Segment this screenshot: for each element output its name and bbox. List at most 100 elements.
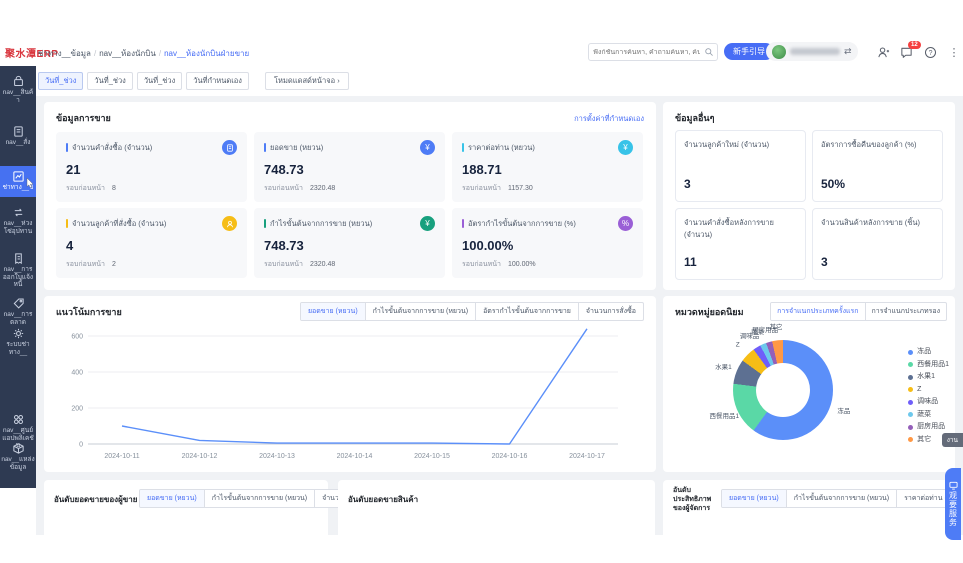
legend-item[interactable]: 冻品	[908, 346, 949, 359]
tab-date-range-1[interactable]: วันที่_ช่วง	[38, 72, 83, 90]
sales-trend-section: แนวโน้มการขาย ยอดขาย (หยวน) กำไรขั้นต้นจ…	[44, 296, 656, 472]
stat-value: 4	[66, 238, 237, 253]
tab-date-range-2[interactable]: วันที่_ช่วง	[87, 72, 132, 90]
tab-order-count[interactable]: จำนวนการสั่งซื้อ	[579, 303, 643, 320]
dashboard-board: ข้อมูลการขาย การตั้งค่าที่กำหนดเอง จำนวน…	[36, 96, 963, 535]
section-title: ข้อมูลอื่นๆ	[675, 111, 714, 125]
trend-line-chart: 02004006002024-10-112024-10-122024-10-13…	[52, 322, 642, 468]
tab-gross-profit[interactable]: กำไรขั้นต้นจากการขาย (หยวน)	[205, 490, 315, 507]
x-tick-label: 2024-10-11	[104, 453, 139, 460]
prev-period-label: รอบก่อนหน้า	[462, 185, 501, 192]
svg-text:?: ?	[928, 50, 932, 57]
legend-dot	[908, 375, 913, 380]
legend-item[interactable]: 厨房用品	[908, 421, 949, 434]
service-float-button[interactable]: 观要服务	[945, 468, 961, 540]
mini-label: จำนวนลูกค้าใหม่ (จำนวน)	[684, 139, 797, 151]
stat-label: จำนวนคำสั่งซื้อ (จำนวน)	[72, 142, 218, 154]
breadcrumb: ช่าทาง__ข้อมูล/nav__ห้องนักบิน/nav__ห้อง…	[38, 47, 249, 60]
stat-label: ยอดขาย (หยวน)	[270, 142, 416, 154]
task-drawer-tag[interactable]: งาน	[942, 433, 963, 447]
tab-gross-profit[interactable]: กำไรขั้นต้นจากการขาย (หยวน)	[366, 303, 476, 320]
monitor-icon	[949, 481, 958, 490]
line-chart-icon	[12, 170, 25, 183]
sidebar-item-system[interactable]: ระบบช่าทาง__	[0, 327, 36, 356]
tab-sales-amount[interactable]: ยอดขาย (หยวน)	[301, 303, 366, 320]
legend-dot	[908, 362, 913, 367]
mini-value: 3	[821, 255, 828, 269]
more-menu-icon[interactable]: ⋮	[947, 46, 961, 60]
search-input[interactable]	[589, 49, 704, 56]
search-icon	[704, 47, 714, 57]
help-icon[interactable]: ?	[923, 46, 937, 60]
stat-card-gross-margin: อัตรากำไรขั้นต้นจากการขาย (%) % 100.00% …	[452, 208, 643, 278]
stat-card-customer-count: จำนวนลูกค้าที่สั่งซื้อ (จำนวน) 4 รอบก่อน…	[56, 208, 247, 278]
sidebar-item-data-source[interactable]: nav__แหล่งข้อมูล	[0, 442, 36, 471]
x-tick-label: 2024-10-16	[492, 453, 528, 460]
dashboard-page: 聚水潭ERP ช่าทาง__ข้อมูล/nav__ห้องนักบิน/na…	[0, 0, 963, 563]
mini-value: 50%	[821, 177, 845, 191]
donut-slice-label: 水果1	[715, 361, 732, 371]
section-title: อันดับประสิทธิภาพของผู้จัดการ	[673, 486, 717, 513]
manager-ranking-tabs: ยอดขาย (หยวน) กำไรขั้นต้นจากการขาย (หยวน…	[721, 489, 955, 508]
app-circles-icon	[12, 413, 25, 426]
message-count-badge: 12	[908, 41, 921, 49]
category-donut-chart	[733, 340, 833, 440]
contacts-icon[interactable]	[876, 46, 890, 60]
sidebar-item-supply-chain[interactable]: nav__ห่วงโซ่อุปทาน	[0, 206, 36, 235]
legend-dot	[908, 350, 913, 355]
tab-custom-date[interactable]: วันที่กำหนดเอง	[186, 72, 249, 90]
breadcrumb-item[interactable]: ช่าทาง__ข้อมูล	[38, 49, 91, 58]
prev-period-label: รอบก่อนหน้า	[264, 185, 303, 192]
document-icon	[222, 140, 237, 155]
sidebar-item-label: nav__การออกใบแจ้งหนี้	[0, 265, 36, 289]
sidebar-item-label: nav__สั่ง	[0, 138, 36, 147]
sidebar-item-data-cockpit[interactable]: ช่าทาง__ข้	[0, 166, 36, 197]
legend-item[interactable]: 水果1	[908, 371, 949, 384]
swap-arrows-icon	[12, 206, 25, 219]
sidebar-item-orders[interactable]: nav__สั่ง	[0, 125, 36, 147]
stat-value: 21	[66, 162, 237, 177]
invoice-icon	[12, 252, 25, 265]
legend-label: 调味品	[917, 396, 938, 409]
dashboard-mode-button[interactable]: โหมดแดสด์หน้าจอ ›	[265, 72, 349, 90]
legend-dot	[908, 387, 913, 392]
legend-dot	[908, 437, 913, 442]
tab-sales-amount[interactable]: ยอดขาย (หยวน)	[722, 490, 787, 507]
legend-item[interactable]: Z	[908, 384, 949, 397]
mini-card-new-customers: จำนวนลูกค้าใหม่ (จำนวน) 3	[675, 130, 806, 202]
tab-gross-margin[interactable]: อัตรากำไรขั้นต้นจากการขาย	[476, 303, 579, 320]
legend-dot	[908, 412, 913, 417]
tab-gross-profit[interactable]: กำไรขั้นต้นจากการขาย (หยวน)	[787, 490, 897, 507]
prev-period-label: รอบก่อนหน้า	[264, 261, 303, 268]
tab-secondary-category[interactable]: การจำแนกประเภทรอง	[866, 303, 946, 320]
legend-item[interactable]: 蔬菜	[908, 409, 949, 422]
user-account[interactable]: ⇄	[766, 42, 858, 61]
tab-primary-category[interactable]: การจำแนกประเภทครั้งแรก	[771, 303, 865, 320]
manager-ranking-section: อันดับประสิทธิภาพของผู้จัดการ ยอดขาย (หย…	[663, 480, 955, 535]
sidebar-item-marketing[interactable]: nav__การตลาด	[0, 297, 36, 326]
donut-legend: 冻品西餐用品1水果1Z调味品蔬菜厨房用品其它	[908, 346, 949, 446]
avatar[interactable]	[772, 45, 786, 59]
breadcrumb-item-current: nav__ห้องนักบินฝ่ายขาย	[164, 49, 249, 58]
sales-overview-section: ข้อมูลการขาย การตั้งค่าที่กำหนดเอง จำนวน…	[44, 102, 656, 290]
section-title: อันดับยอดขายของผู้ขาย	[54, 493, 137, 506]
global-search[interactable]	[588, 43, 718, 61]
custom-settings-link[interactable]: การตั้งค่าที่กำหนดเอง	[574, 113, 644, 125]
x-tick-label: 2024-10-13	[259, 453, 295, 460]
stat-value: 100.00%	[462, 238, 633, 253]
date-range-tabs: วันที่_ช่วง วันที่_ช่วง วันที่_ช่วง วันท…	[36, 66, 963, 96]
sidebar-item-invoicing[interactable]: nav__การออกใบแจ้งหนี้	[0, 252, 36, 289]
stat-card-order-count: จำนวนคำสั่งซื้อ (จำนวน) 21 รอบก่อนหน้า8	[56, 132, 247, 202]
sidebar-item-products[interactable]: nav__สินค้า	[0, 75, 36, 104]
prev-period-value: 100.00%	[508, 261, 536, 268]
tab-date-range-3[interactable]: วันที่_ช่วง	[137, 72, 182, 90]
switch-account-icon[interactable]: ⇄	[844, 46, 852, 57]
product-ranking-section: อันดับยอดขายสินค้า	[338, 480, 655, 535]
legend-item[interactable]: 西餐用品1	[908, 359, 949, 372]
seller-ranking-section: อันดับยอดขายของผู้ขาย ยอดขาย (หยวน) กำไร…	[44, 480, 328, 535]
x-tick-label: 2024-10-17	[569, 453, 605, 460]
tab-sales-amount[interactable]: ยอดขาย (หยวน)	[140, 490, 205, 507]
legend-item[interactable]: 调味品	[908, 396, 949, 409]
breadcrumb-item[interactable]: nav__ห้องนักบิน	[99, 49, 156, 58]
stat-label: อัตรากำไรขั้นต้นจากการขาย (%)	[468, 218, 614, 230]
